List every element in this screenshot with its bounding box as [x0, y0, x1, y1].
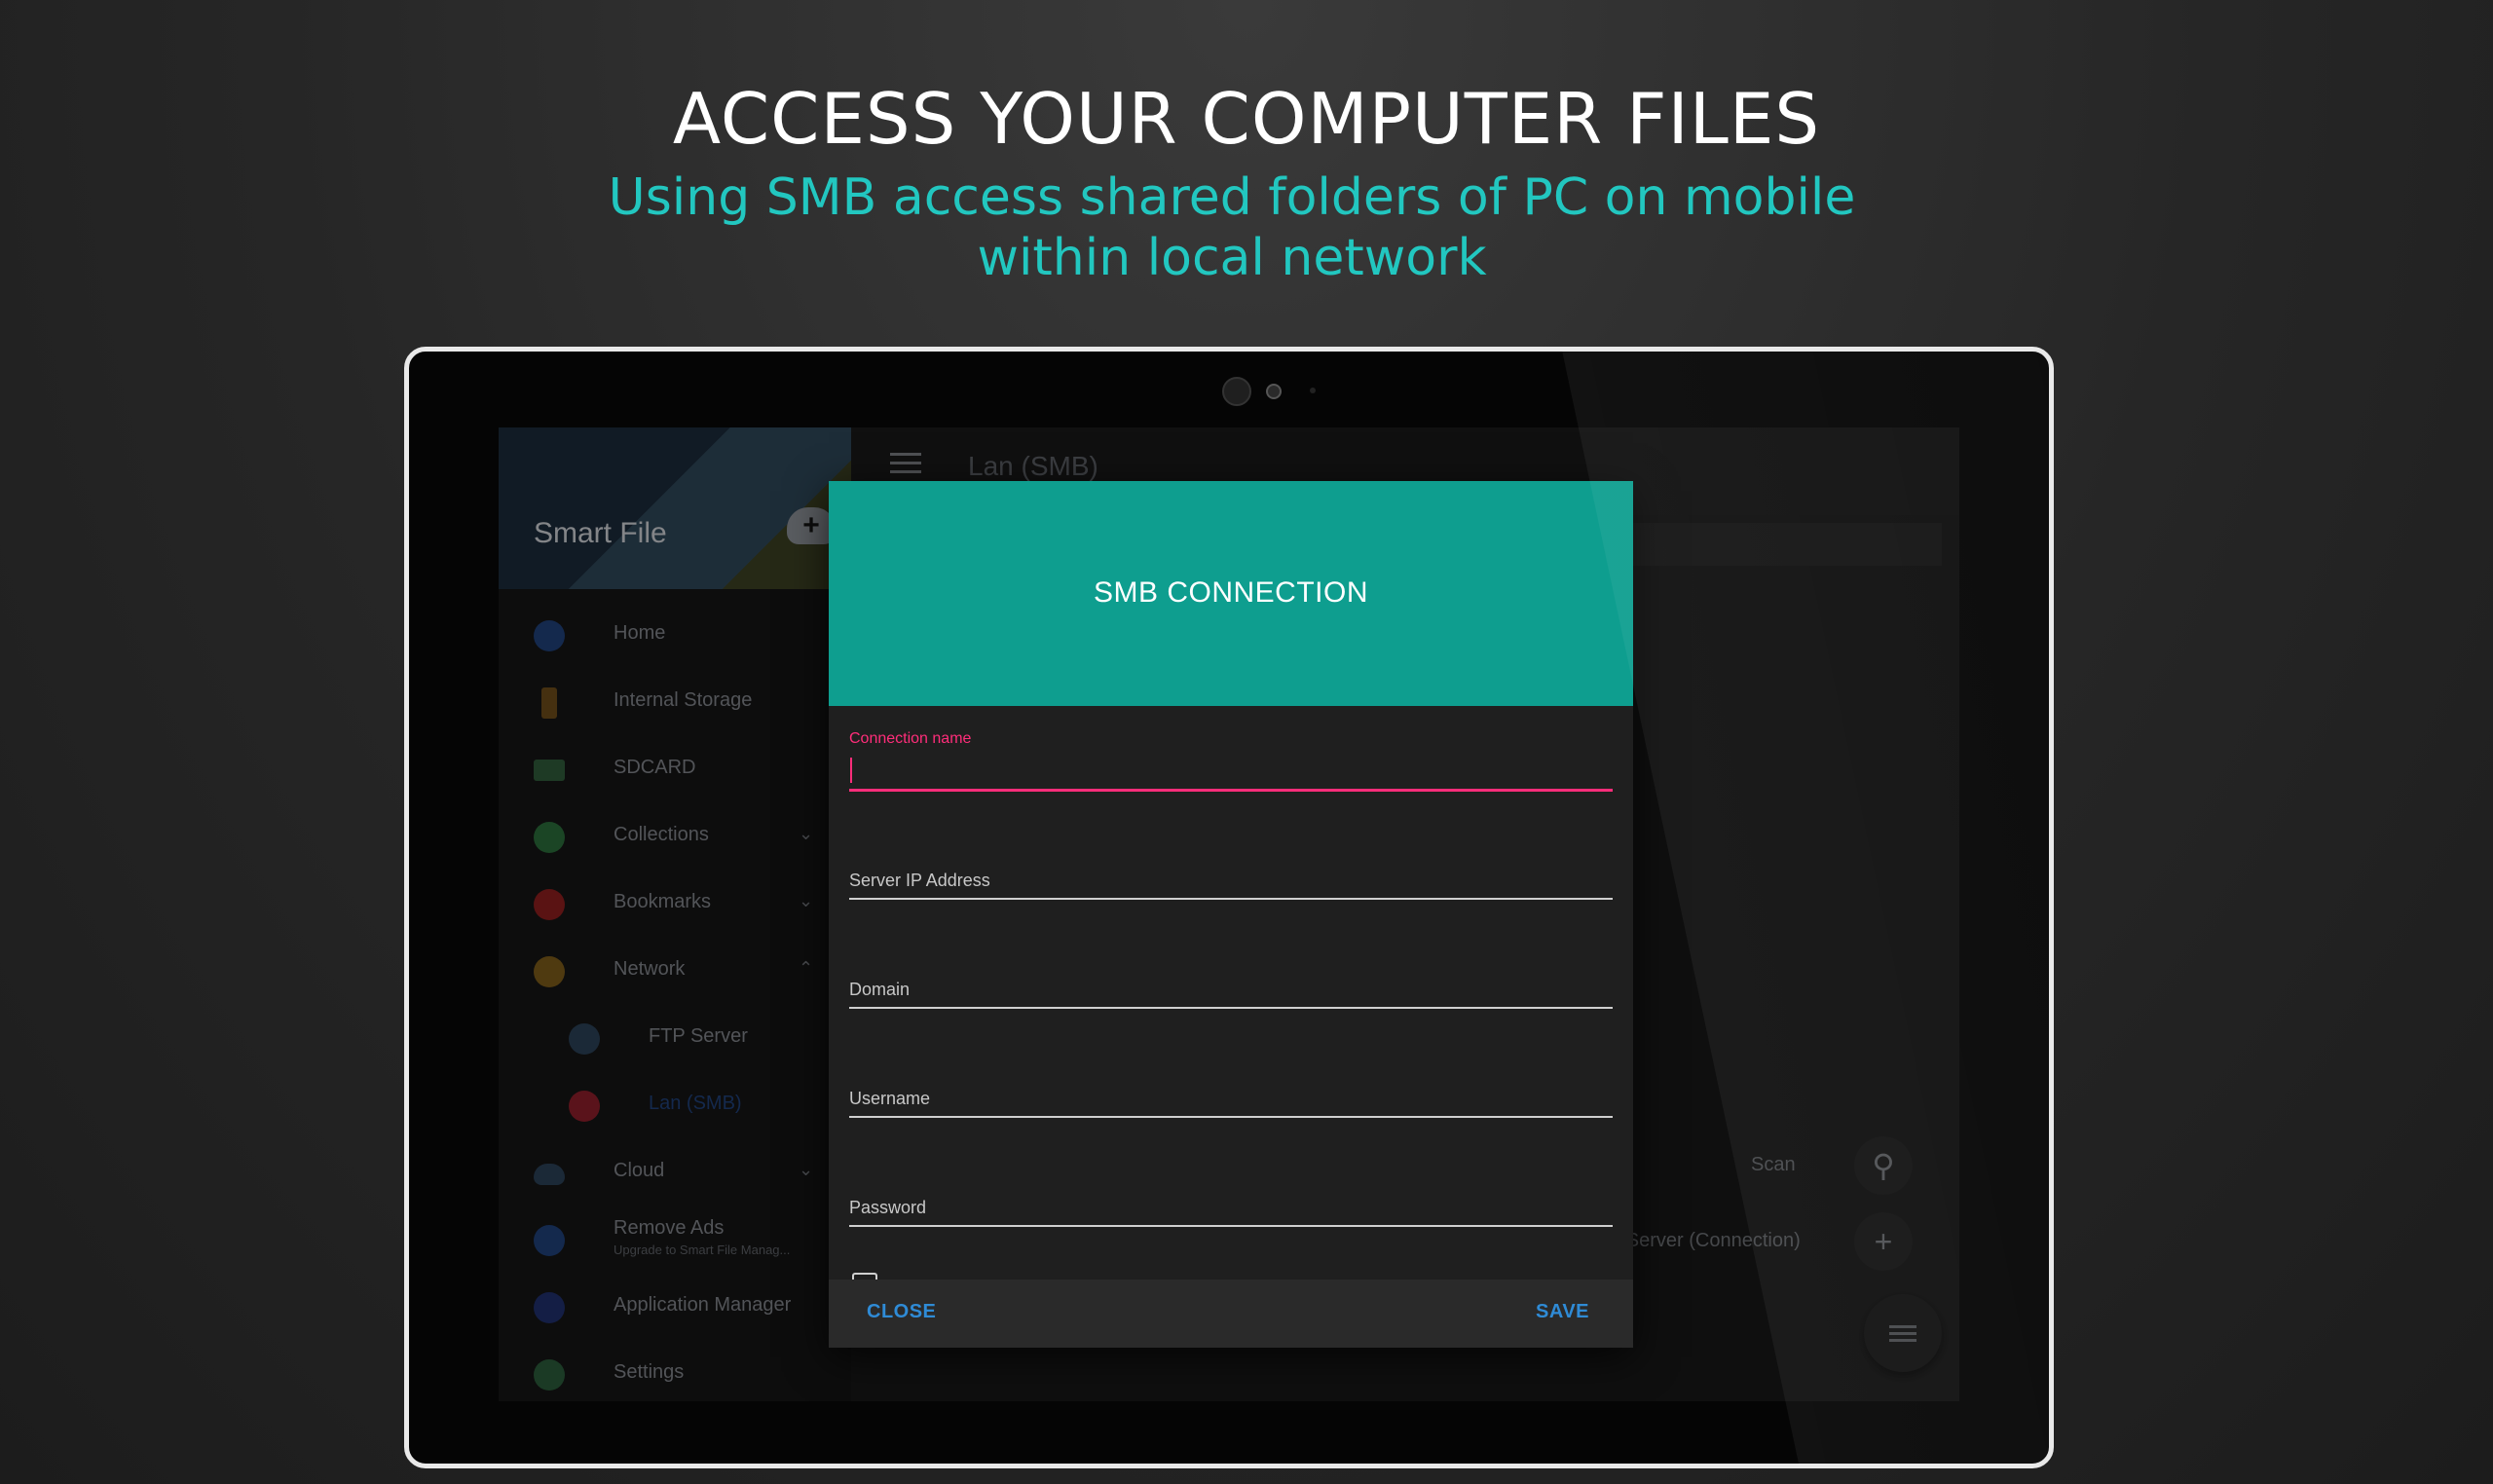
connection-name-underline — [849, 789, 1613, 792]
app-screen: Smart File + Home Internal Storage SDCAR… — [499, 427, 1959, 1401]
camera-sensor — [1266, 384, 1282, 399]
front-camera — [1222, 377, 1251, 406]
dialog-title: SMB CONNECTION — [1093, 576, 1368, 609]
username-field[interactable]: Username — [849, 1046, 1613, 1124]
server-ip-label: Server IP Address — [849, 871, 990, 890]
server-ip-underline — [849, 898, 1613, 900]
username-underline — [849, 1116, 1613, 1118]
close-button[interactable]: CLOSE — [867, 1301, 936, 1323]
domain-input[interactable] — [849, 946, 1613, 982]
domain-field[interactable]: Domain — [849, 937, 1613, 1015]
dialog-header: SMB CONNECTION — [829, 481, 1633, 706]
password-underline — [849, 1225, 1613, 1227]
headline: ACCESS YOUR COMPUTER FILES — [672, 78, 1821, 160]
save-button[interactable]: SAVE — [1536, 1301, 1589, 1323]
username-label: Username — [849, 1089, 931, 1108]
tablet-frame: Smart File + Home Internal Storage SDCAR… — [404, 347, 2054, 1468]
subheadline: Using SMB access shared folders of PC on… — [608, 168, 1856, 287]
password-field[interactable]: Password — [849, 1155, 1613, 1233]
password-label: Password — [849, 1198, 927, 1217]
smb-connection-dialog: SMB CONNECTION Connection name Server IP… — [829, 481, 1633, 1348]
server-ip-field[interactable]: Server IP Address — [849, 828, 1613, 906]
connection-name-label: Connection name — [849, 730, 972, 747]
username-input[interactable] — [849, 1056, 1613, 1091]
connection-name-field[interactable]: Connection name — [849, 730, 1613, 798]
domain-underline — [849, 1007, 1613, 1009]
connection-name-input[interactable] — [849, 754, 1613, 789]
dialog-footer: CLOSE SAVE — [829, 1280, 1633, 1348]
server-ip-input[interactable] — [849, 837, 1613, 872]
password-input[interactable] — [849, 1165, 1613, 1200]
domain-label: Domain — [849, 980, 911, 999]
light-sensor — [1310, 388, 1316, 393]
